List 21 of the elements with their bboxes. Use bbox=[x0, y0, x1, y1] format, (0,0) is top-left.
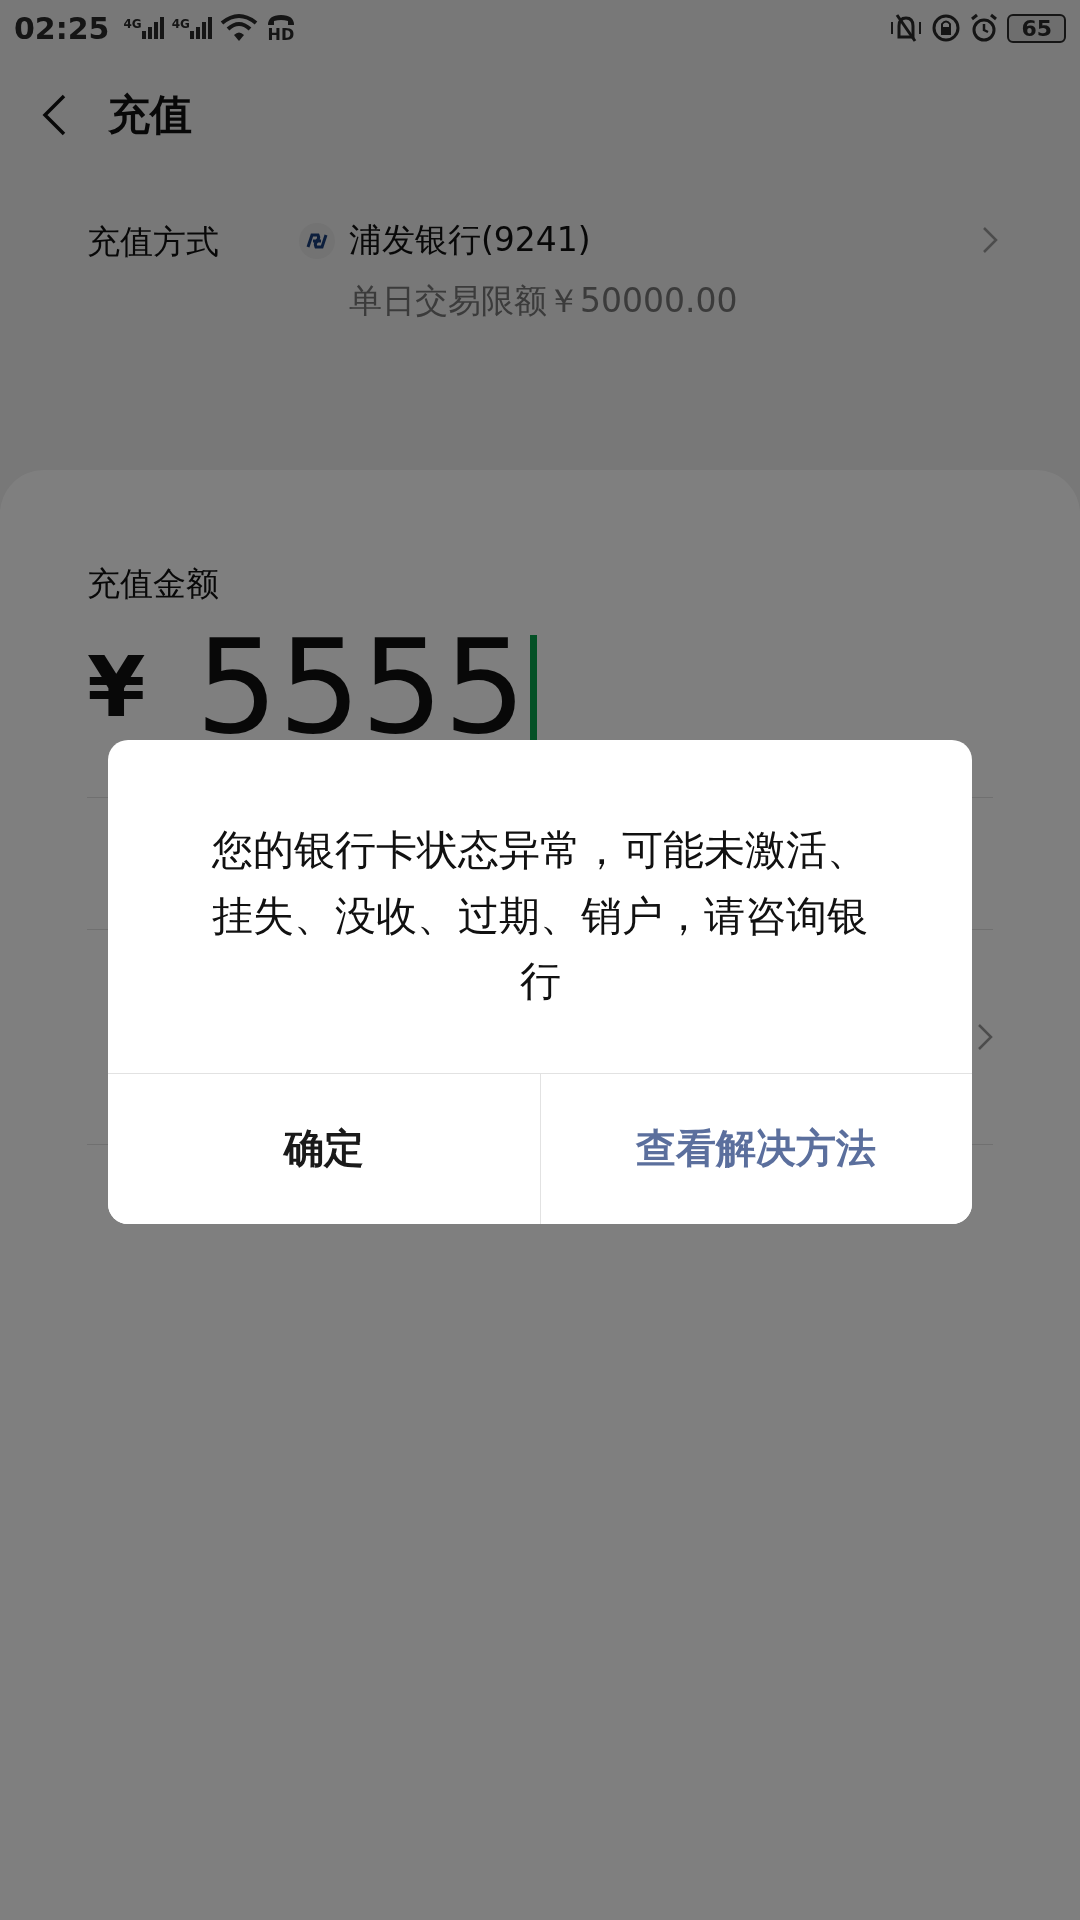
signal-indicator: 4G bbox=[123, 17, 164, 39]
signal-indicator: 4G bbox=[171, 17, 212, 39]
alarm-icon bbox=[969, 13, 1000, 43]
chevron-right-icon[interactable] bbox=[977, 1023, 993, 1051]
back-icon[interactable] bbox=[40, 93, 68, 137]
page-title: 充值 bbox=[108, 89, 192, 141]
status-time: 02:25 bbox=[14, 10, 110, 46]
solution-button[interactable]: 查看解决方法 bbox=[539, 1073, 972, 1224]
method-label: 充值方式 bbox=[87, 221, 219, 263]
bank-name[interactable]: 浦发银行(9241) bbox=[349, 218, 591, 263]
rotation-lock-icon bbox=[931, 13, 962, 43]
chevron-right-icon[interactable] bbox=[982, 226, 998, 254]
dialog-message: 您的银行卡状态异常，可能未激活、挂失、没收、过期、销户，请咨询银行 bbox=[211, 825, 869, 1008]
amount-label: 充值金额 bbox=[87, 563, 220, 605]
hd-call-indicator: HD bbox=[265, 13, 296, 43]
amount-input[interactable]: 5555 bbox=[195, 622, 538, 752]
muted-bell-icon bbox=[889, 13, 924, 43]
battery-indicator: 65 bbox=[1007, 13, 1066, 43]
currency-symbol: ¥ bbox=[87, 638, 146, 736]
limit-text: 单日交易限额￥50000.00 bbox=[348, 280, 739, 322]
wifi-icon bbox=[219, 13, 258, 43]
